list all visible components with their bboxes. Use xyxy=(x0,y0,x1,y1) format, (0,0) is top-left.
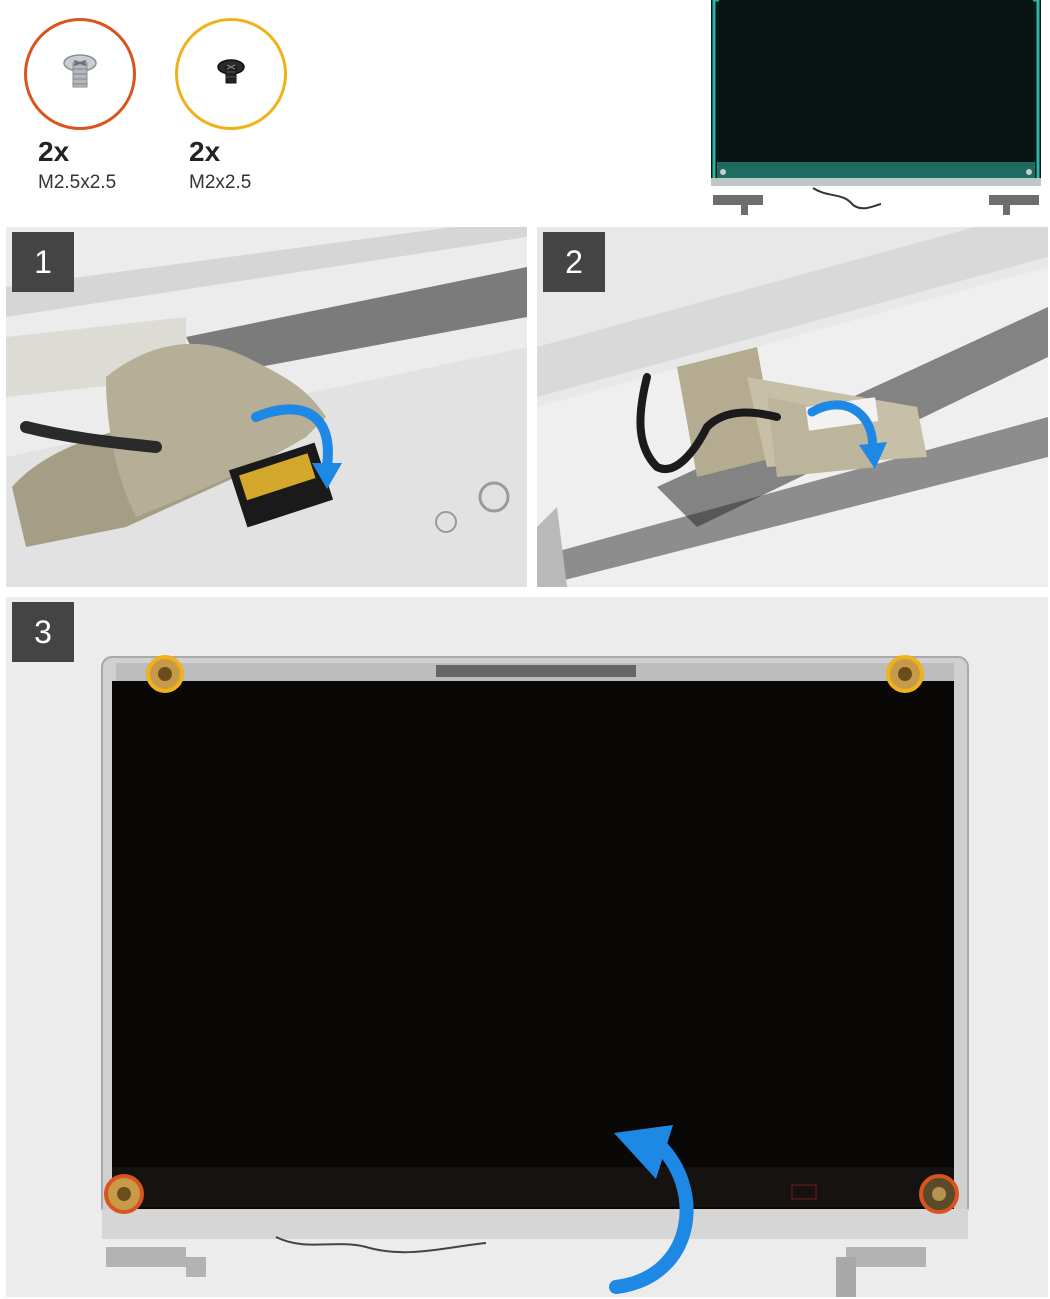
display-assembly-thumbnail xyxy=(703,0,1048,215)
screw-count: 2x xyxy=(38,136,70,167)
screw-legend: 2x M2.5x2.5 2x M2x2.5 xyxy=(0,0,420,210)
step-number-badge: 2 xyxy=(543,232,605,292)
step-number-badge: 3 xyxy=(12,602,74,662)
step-2-illustration xyxy=(537,227,1048,587)
silver-screw-icon xyxy=(63,54,97,88)
step-3-panel: 3 xyxy=(6,597,1048,1297)
screw-legend-item-m2x2-5: 2x M2x2.5 xyxy=(165,14,295,204)
screw-size: M2.5x2.5 xyxy=(38,172,117,193)
screw-count: 2x xyxy=(189,136,221,167)
step-number-badge: 1 xyxy=(12,232,74,292)
screw-ring-yellow xyxy=(175,18,287,130)
step-1-panel: 1 xyxy=(6,227,527,587)
screw-ring-orange xyxy=(24,18,136,130)
black-screw-icon xyxy=(217,59,245,84)
screw-legend-item-m2-5x2-5: 2x M2.5x2.5 xyxy=(14,14,144,204)
screw-size: M2x2.5 xyxy=(189,172,252,193)
step-1-illustration xyxy=(6,227,527,587)
step-3-illustration xyxy=(6,597,1048,1297)
step-2-panel: 2 xyxy=(537,227,1048,587)
